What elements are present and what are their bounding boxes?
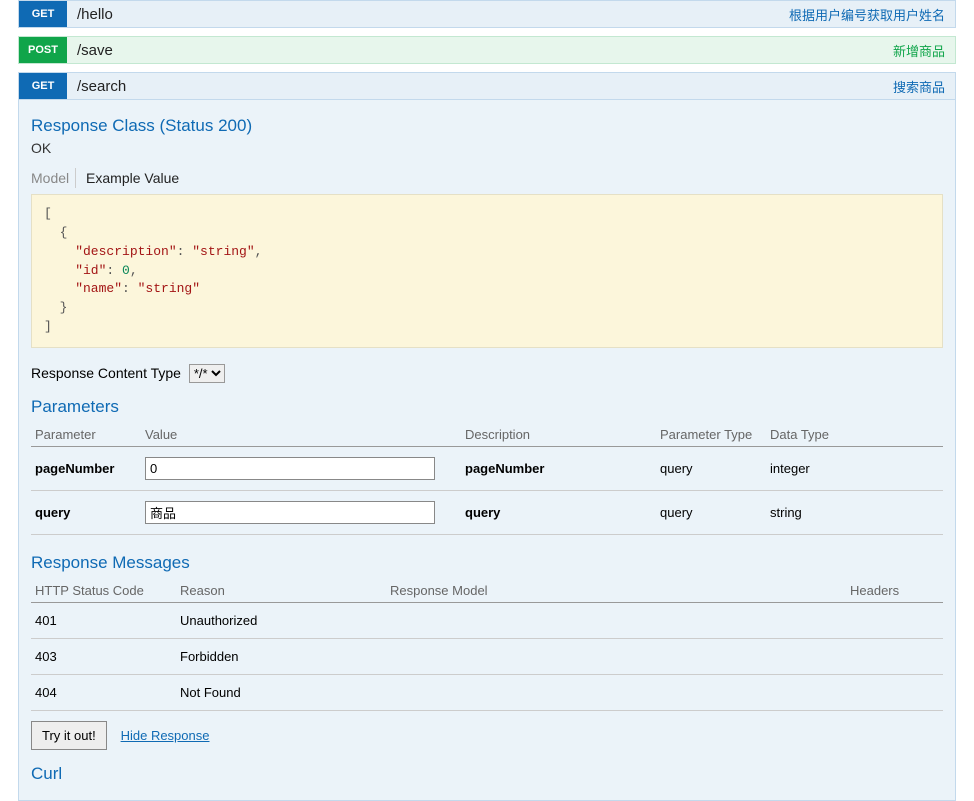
status-code: 403 [31,638,176,674]
endpoint-row-hello[interactable]: GET /hello 根据用户编号获取用户姓名 [18,0,956,28]
col-status-code: HTTP Status Code [31,577,176,603]
parameters-title: Parameters [31,397,943,417]
col-response-model: Response Model [386,577,846,603]
response-message-row: 401 Unauthorized [31,602,943,638]
col-parameter: Parameter [31,421,141,447]
endpoint-row-search[interactable]: GET /search 搜索商品 [18,72,956,100]
response-messages-table: HTTP Status Code Reason Response Model H… [31,577,943,711]
param-name: query [31,490,141,534]
param-data-type: integer [766,446,943,490]
status-code: 401 [31,602,176,638]
response-status-text: OK [31,140,943,156]
example-value-code[interactable]: [ { "description": "string", "id": 0, "n… [31,194,943,348]
response-message-row: 403 Forbidden [31,638,943,674]
response-message-row: 404 Not Found [31,674,943,710]
endpoint-description: 搜索商品 [893,77,945,96]
parameter-row: pageNumber pageNumber query integer [31,446,943,490]
response-content-type-row: Response Content Type */* [31,364,943,383]
response-messages-title: Response Messages [31,553,943,573]
endpoint-description: 根据用户编号获取用户姓名 [789,5,945,24]
col-headers: Headers [846,577,943,603]
col-parameter-type: Parameter Type [656,421,766,447]
response-content-type-label: Response Content Type [31,365,181,381]
reason: Not Found [176,674,386,710]
parameters-table: Parameter Value Description Parameter Ty… [31,421,943,535]
response-tabs: Model Example Value [31,168,943,188]
param-name: pageNumber [31,446,141,490]
hide-response-link[interactable]: Hide Response [121,728,210,743]
method-badge-get: GET [19,1,67,27]
col-value: Value [141,421,461,447]
param-description: query [461,490,656,534]
try-it-out-button[interactable]: Try it out! [31,721,107,750]
endpoint-path: /search [77,78,893,95]
tab-example-value[interactable]: Example Value [86,168,185,188]
reason: Unauthorized [176,602,386,638]
tab-model[interactable]: Model [31,168,76,188]
action-row: Try it out! Hide Response [31,721,943,750]
col-data-type: Data Type [766,421,943,447]
endpoint-description: 新增商品 [893,41,945,60]
endpoint-path: /save [77,42,893,59]
method-badge-post: POST [19,37,67,63]
response-class-title: Response Class (Status 200) [31,116,943,136]
param-type: query [656,490,766,534]
param-value-input[interactable] [145,501,435,524]
method-badge-get: GET [19,73,67,99]
param-value-input[interactable] [145,457,435,480]
operation-details-panel: Response Class (Status 200) OK Model Exa… [18,100,956,801]
col-description: Description [461,421,656,447]
col-reason: Reason [176,577,386,603]
param-type: query [656,446,766,490]
parameter-row: query query query string [31,490,943,534]
endpoint-path: /hello [77,6,789,23]
curl-title: Curl [31,764,943,784]
param-description: pageNumber [461,446,656,490]
endpoint-row-save[interactable]: POST /save 新增商品 [18,36,956,64]
response-content-type-select[interactable]: */* [189,364,225,383]
param-data-type: string [766,490,943,534]
status-code: 404 [31,674,176,710]
reason: Forbidden [176,638,386,674]
